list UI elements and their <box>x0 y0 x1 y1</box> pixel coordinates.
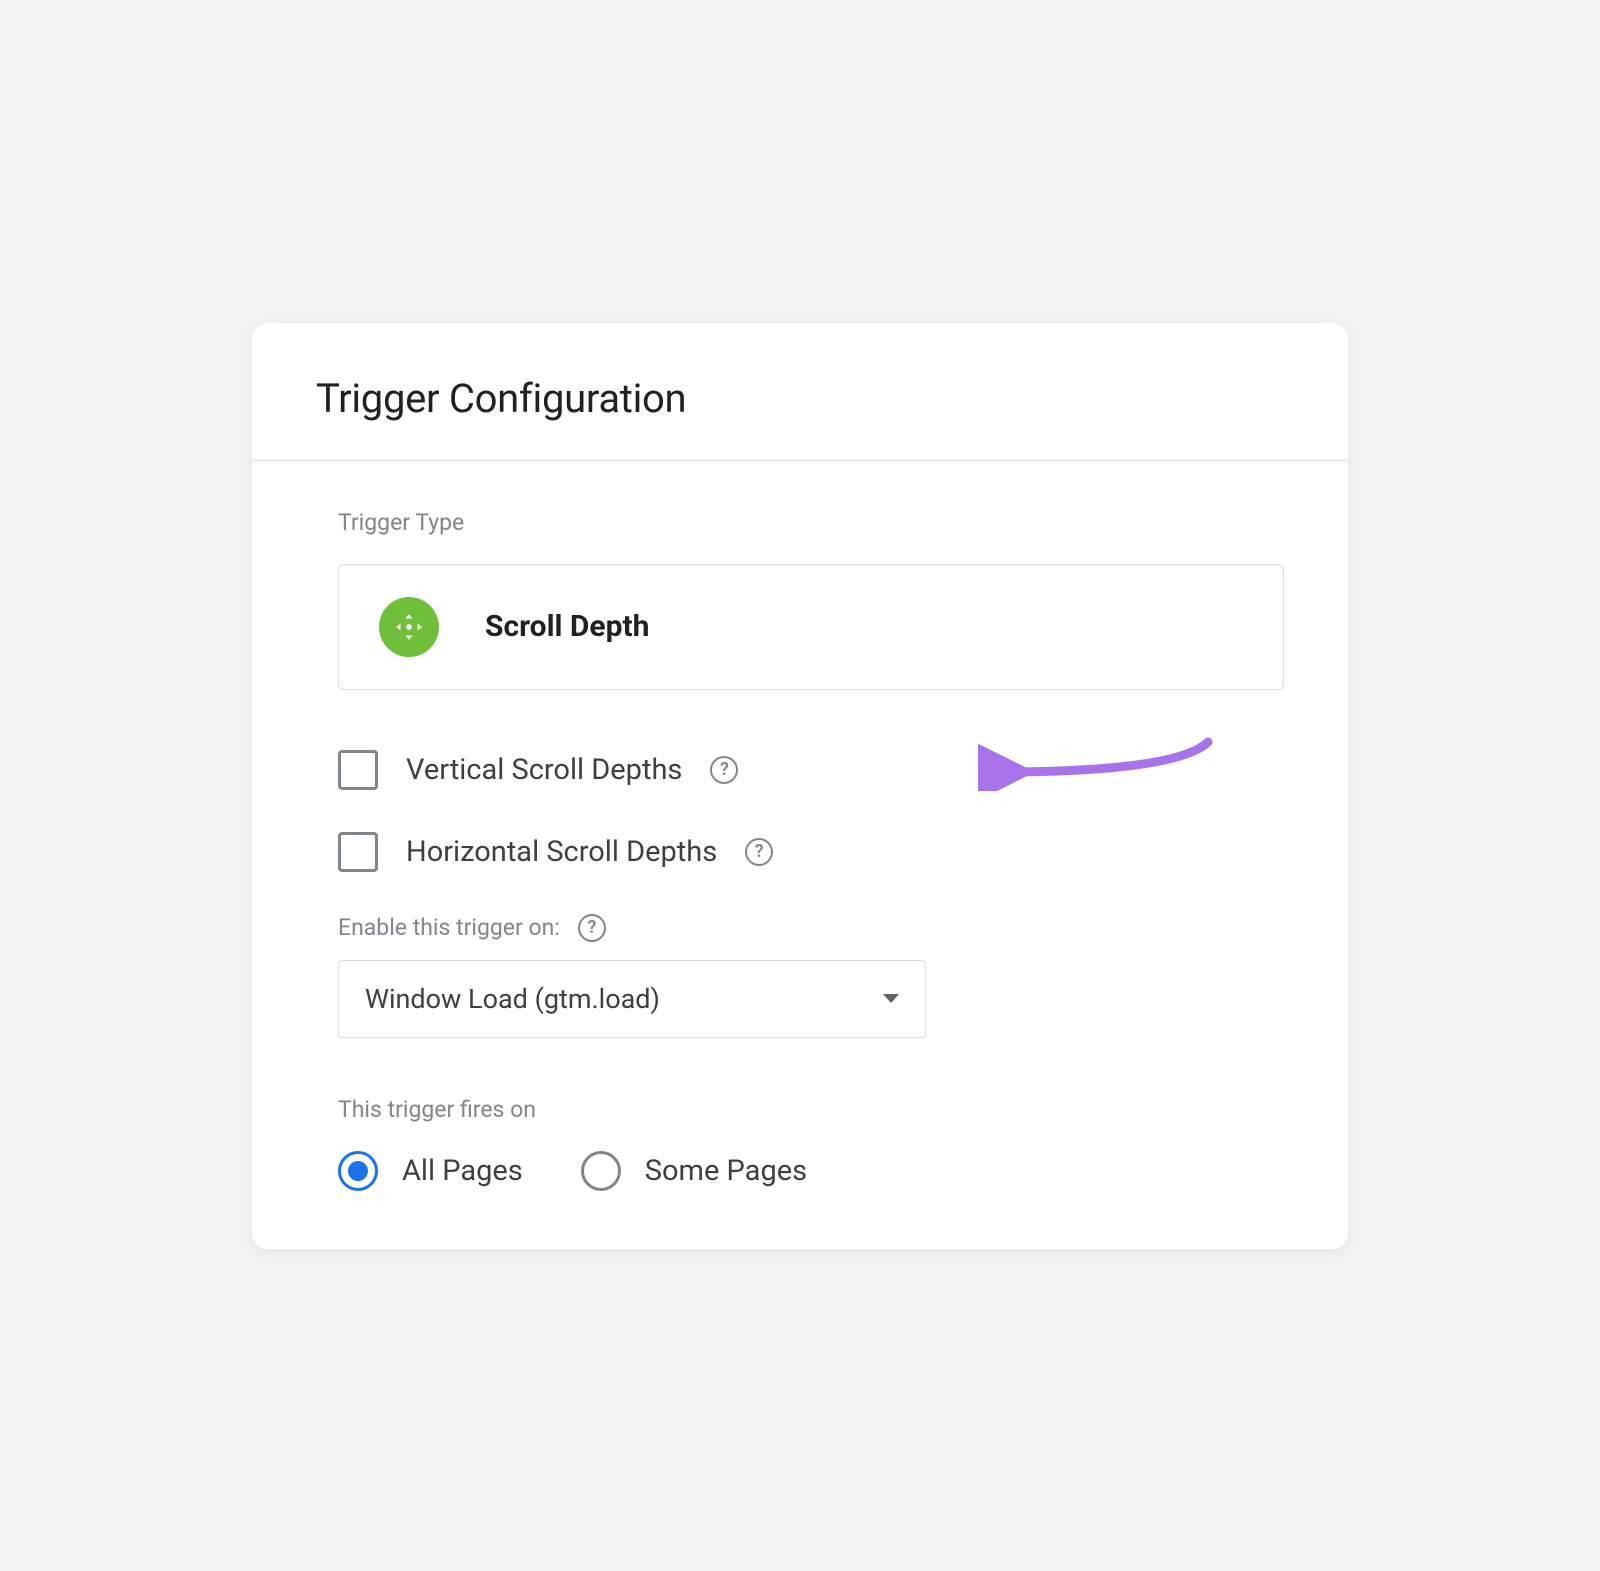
radio-input-all[interactable] <box>338 1151 378 1191</box>
vertical-scroll-checkbox[interactable] <box>338 750 378 790</box>
trigger-config-card: Trigger Configuration Trigger Type Scrol… <box>252 323 1348 1249</box>
vertical-scroll-label: Vertical Scroll Depths <box>406 753 682 787</box>
horizontal-scroll-checkbox[interactable] <box>338 832 378 872</box>
enable-section: Enable this trigger on: ? Window Load (g… <box>338 914 1284 1038</box>
trigger-type-selector[interactable]: Scroll Depth <box>338 564 1284 690</box>
trigger-type-label: Trigger Type <box>338 509 1284 536</box>
scroll-depth-icon <box>379 597 439 657</box>
chevron-down-icon <box>883 994 899 1003</box>
page-title: Trigger Configuration <box>316 375 1284 422</box>
enable-trigger-label: Enable this trigger on: <box>338 914 560 941</box>
help-icon[interactable]: ? <box>745 838 773 866</box>
enable-trigger-value: Window Load (gtm.load) <box>365 983 660 1015</box>
enable-label-row: Enable this trigger on: ? <box>338 914 1284 942</box>
vertical-scroll-row: Vertical Scroll Depths ? <box>338 750 1284 790</box>
radio-label-some: Some Pages <box>645 1154 807 1188</box>
card-header: Trigger Configuration <box>252 323 1348 460</box>
annotation-arrow <box>978 736 1218 791</box>
radio-some-pages[interactable]: Some Pages <box>581 1151 807 1191</box>
horizontal-scroll-row: Horizontal Scroll Depths ? <box>338 832 1284 872</box>
help-icon[interactable]: ? <box>578 914 606 942</box>
enable-trigger-select[interactable]: Window Load (gtm.load) <box>338 960 926 1038</box>
card-body: Trigger Type Scroll Depth Vertical Scrol… <box>252 461 1348 1249</box>
radio-input-some[interactable] <box>581 1151 621 1191</box>
trigger-type-value: Scroll Depth <box>485 609 649 644</box>
horizontal-scroll-label: Horizontal Scroll Depths <box>406 835 717 869</box>
fires-on-radio-group: All Pages Some Pages <box>338 1151 1284 1191</box>
radio-label-all: All Pages <box>402 1154 523 1188</box>
radio-all-pages[interactable]: All Pages <box>338 1151 523 1191</box>
help-icon[interactable]: ? <box>710 756 738 784</box>
fires-on-label: This trigger fires on <box>338 1096 1284 1123</box>
